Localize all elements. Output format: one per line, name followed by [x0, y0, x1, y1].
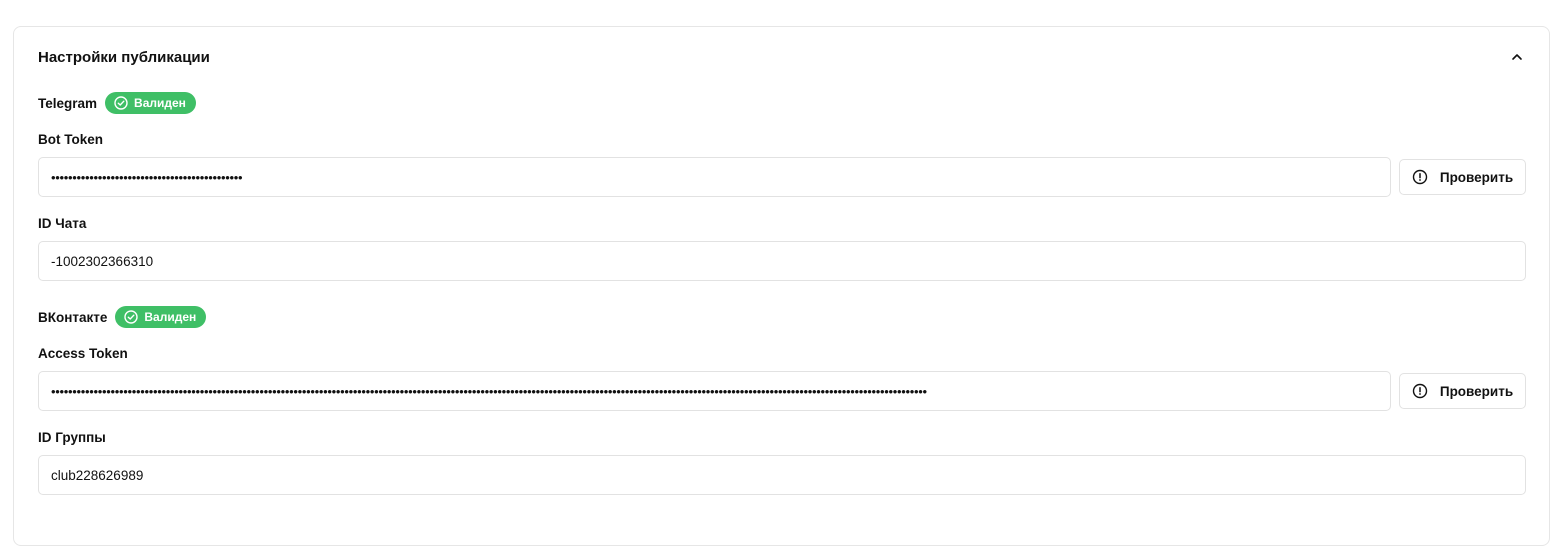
- group-id-label-row: ID Группы: [38, 429, 1526, 447]
- collapse-button[interactable]: [1505, 45, 1529, 69]
- chat-id-row: -1002302366310: [38, 241, 1526, 281]
- bot-token-label-row: Bot Token: [38, 131, 1526, 149]
- group-id-label: ID Группы: [38, 430, 106, 445]
- chat-id-label: ID Чата: [38, 216, 87, 231]
- telegram-section: Telegram Валиден: [38, 92, 1526, 114]
- bot-token-row: ••••••••••••••••••••••••••••••••••••••••…: [38, 157, 1526, 197]
- access-token-field[interactable]: ••••••••••••••••••••••••••••••••••••••••…: [38, 371, 1391, 411]
- card-title: Настройки публикации: [38, 48, 210, 66]
- telegram-header: Telegram Валиден: [38, 92, 1526, 114]
- vk-section: ВКонтакте Валиден: [38, 306, 1526, 328]
- alert-circle-icon: [1412, 383, 1428, 399]
- telegram-check-button[interactable]: Проверить: [1399, 159, 1526, 195]
- check-circle-icon: [124, 310, 139, 324]
- vk-header: ВКонтакте Валиден: [38, 306, 1526, 328]
- vk-check-button[interactable]: Проверить: [1399, 373, 1526, 409]
- chat-id-value: -1002302366310: [51, 253, 154, 269]
- bot-token-label: Bot Token: [38, 132, 103, 147]
- check-button-label: Проверить: [1439, 169, 1514, 185]
- check-circle-icon: [114, 96, 128, 110]
- bot-token-field[interactable]: ••••••••••••••••••••••••••••••••••••••••…: [38, 157, 1391, 197]
- vk-name: ВКонтакте: [38, 309, 108, 325]
- telegram-name: Telegram: [38, 95, 98, 111]
- group-id-value: club228626989: [51, 467, 144, 483]
- alert-circle-icon: [1412, 169, 1428, 185]
- bot-token-value: ••••••••••••••••••••••••••••••••••••••••…: [51, 169, 243, 185]
- publication-settings-card: Настройки публикации Telegram Валиден Bo…: [13, 26, 1550, 546]
- badge-label: Валиден: [144, 310, 197, 324]
- card-header[interactable]: Настройки публикации: [38, 45, 1529, 69]
- telegram-status-badge: Валиден: [105, 92, 196, 114]
- vk-status-badge: Валиден: [115, 306, 207, 328]
- check-button-label: Проверить: [1439, 383, 1514, 399]
- badge-label: Валиден: [134, 96, 186, 110]
- access-token-value: ••••••••••••••••••••••••••••••••••••••••…: [51, 383, 927, 399]
- chevron-up-icon: [1512, 54, 1522, 60]
- access-token-label-row: Access Token: [38, 345, 1526, 363]
- group-id-row: club228626989: [38, 455, 1526, 495]
- access-token-row: ••••••••••••••••••••••••••••••••••••••••…: [38, 371, 1526, 411]
- access-token-label: Access Token: [38, 346, 128, 361]
- chat-id-label-row: ID Чата: [38, 215, 1526, 233]
- group-id-field[interactable]: club228626989: [38, 455, 1526, 495]
- chat-id-field[interactable]: -1002302366310: [38, 241, 1526, 281]
